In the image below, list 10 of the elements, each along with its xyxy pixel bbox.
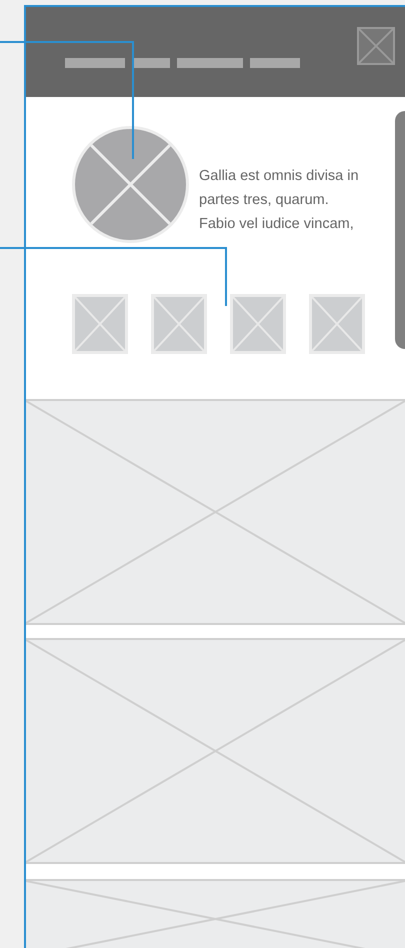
image-placeholder-icon (72, 294, 128, 354)
image-placeholder-icon (230, 294, 286, 354)
image-placeholder-icon (309, 294, 365, 354)
menu-item-placeholder (177, 58, 243, 68)
paragraph: Gallia est omnis divisa in partes tres, quarum. Fabio vel iudice vincam, (199, 167, 359, 234)
menu-item-placeholder (132, 58, 170, 68)
image-placeholder-icon (151, 294, 207, 354)
menu-item-placeholder (250, 58, 300, 68)
image-placeholder-icon (357, 27, 395, 65)
menu-item-placeholder (65, 58, 125, 68)
